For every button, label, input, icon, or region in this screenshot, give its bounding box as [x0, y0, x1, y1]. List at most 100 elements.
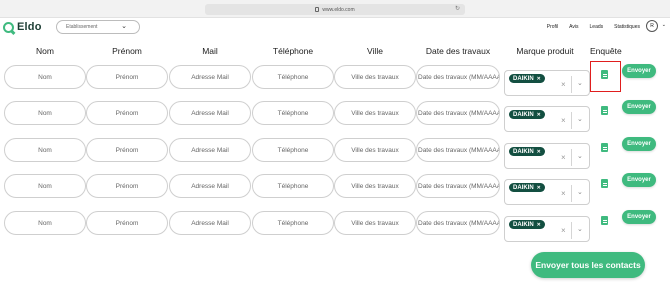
address-bar[interactable]: www.eldo.com ↻	[205, 4, 465, 15]
select-divider	[571, 149, 572, 166]
chevron-down-icon[interactable]: ⌄	[577, 153, 583, 161]
chevron-down-icon[interactable]: ⌄	[662, 23, 666, 28]
ville-input[interactable]: Ville des travaux	[334, 101, 416, 125]
logo-text: Eldo	[17, 21, 42, 33]
establishment-select[interactable]: Etablissement ⌄	[56, 20, 140, 34]
clear-icon[interactable]: ×	[561, 227, 566, 235]
brand-tag: DAIKIN ✕	[509, 147, 545, 156]
brand-tag: DAIKIN ✕	[509, 183, 545, 192]
remove-tag-icon[interactable]: ✕	[537, 222, 541, 228]
telephone-input[interactable]: Téléphone	[252, 211, 334, 235]
nav-statistiques[interactable]: Statistiques	[614, 24, 640, 30]
send-all-button[interactable]: Envoyer tous les contacts	[531, 252, 645, 278]
col-header-date: Date des travaux	[425, 46, 491, 56]
brand-tag-label: DAIKIN	[513, 148, 534, 155]
survey-document-icon[interactable]	[601, 143, 608, 152]
remove-tag-icon[interactable]: ✕	[537, 76, 541, 82]
brand-select[interactable]: DAIKIN ✕ × ⌄	[504, 216, 590, 242]
date-input[interactable]: Date des travaux (MM/AAAA)	[416, 65, 500, 89]
send-button[interactable]: Envoyer	[622, 210, 656, 224]
col-header-mail: Mail	[202, 46, 218, 56]
brand-select[interactable]: DAIKIN ✕ × ⌄	[504, 143, 590, 169]
clear-icon[interactable]: ×	[561, 154, 566, 162]
select-divider	[571, 185, 572, 202]
top-nav: Profil Avis Leads Statistiques	[536, 24, 640, 30]
highlight-box	[590, 61, 621, 92]
chevron-down-icon[interactable]: ⌄	[577, 189, 583, 197]
send-button[interactable]: Envoyer	[622, 137, 656, 151]
nav-profil[interactable]: Profil	[547, 24, 558, 30]
lock-icon	[315, 7, 320, 12]
chevron-down-icon[interactable]: ⌄	[577, 80, 583, 88]
remove-tag-icon[interactable]: ✕	[537, 112, 541, 118]
brand-select[interactable]: DAIKIN ✕ × ⌄	[504, 179, 590, 205]
survey-document-icon[interactable]	[601, 106, 608, 115]
prenom-input[interactable]: Prénom	[86, 138, 168, 162]
avatar[interactable]: R	[646, 20, 658, 32]
select-divider	[571, 112, 572, 129]
nom-input[interactable]: Nom	[4, 101, 86, 125]
mail-input[interactable]: Adresse Mail	[169, 101, 251, 125]
mail-input[interactable]: Adresse Mail	[169, 174, 251, 198]
send-button[interactable]: Envoyer	[622, 100, 656, 114]
ville-input[interactable]: Ville des travaux	[334, 65, 416, 89]
chevron-down-icon[interactable]: ⌄	[577, 116, 583, 124]
col-header-nom: Nom	[36, 46, 54, 56]
prenom-input[interactable]: Prénom	[86, 211, 168, 235]
brand-select[interactable]: DAIKIN ✕ × ⌄	[504, 106, 590, 132]
survey-document-icon[interactable]	[601, 216, 608, 225]
clear-icon[interactable]: ×	[561, 190, 566, 198]
send-button[interactable]: Envoyer	[622, 64, 656, 78]
ville-input[interactable]: Ville des travaux	[334, 174, 416, 198]
ville-input[interactable]: Ville des travaux	[334, 211, 416, 235]
survey-document-icon[interactable]	[601, 179, 608, 188]
brand-tag-label: DAIKIN	[513, 75, 534, 82]
prenom-input[interactable]: Prénom	[86, 174, 168, 198]
nom-input[interactable]: Nom	[4, 211, 86, 235]
brand-tag-label: DAIKIN	[513, 221, 534, 228]
clear-icon[interactable]: ×	[561, 117, 566, 125]
select-divider	[571, 222, 572, 239]
date-input[interactable]: Date des travaux (MM/AAAA)	[416, 138, 500, 162]
url-text: www.eldo.com	[322, 6, 355, 13]
nom-input[interactable]: Nom	[4, 65, 86, 89]
remove-tag-icon[interactable]: ✕	[537, 185, 541, 191]
brand-tag-label: DAIKIN	[513, 184, 534, 191]
nom-input[interactable]: Nom	[4, 138, 86, 162]
nom-input[interactable]: Nom	[4, 174, 86, 198]
logo[interactable]: Eldo	[3, 21, 42, 33]
date-input[interactable]: Date des travaux (MM/AAAA)	[416, 101, 500, 125]
telephone-input[interactable]: Téléphone	[252, 65, 334, 89]
remove-tag-icon[interactable]: ✕	[537, 149, 541, 155]
telephone-input[interactable]: Téléphone	[252, 101, 334, 125]
app-header: Eldo Etablissement ⌄ Profil Avis Leads S…	[0, 18, 670, 38]
send-button[interactable]: Envoyer	[622, 173, 656, 187]
nav-leads[interactable]: Leads	[590, 24, 604, 30]
select-divider	[571, 76, 572, 93]
brand-tag: DAIKIN ✕	[509, 110, 545, 119]
mail-input[interactable]: Adresse Mail	[169, 138, 251, 162]
col-header-enquete: Enquête	[590, 46, 622, 56]
date-input[interactable]: Date des travaux (MM/AAAA)	[416, 211, 500, 235]
brand-select[interactable]: DAIKIN ✕ × ⌄	[504, 70, 590, 96]
logo-icon	[3, 21, 14, 33]
col-header-prenom: Prénom	[112, 46, 142, 56]
chevron-down-icon[interactable]: ⌄	[577, 226, 583, 234]
ville-input[interactable]: Ville des travaux	[334, 138, 416, 162]
chevron-down-icon: ⌄	[121, 23, 127, 30]
mail-input[interactable]: Adresse Mail	[169, 65, 251, 89]
prenom-input[interactable]: Prénom	[86, 65, 168, 89]
col-header-marque: Marque produit	[516, 46, 574, 56]
telephone-input[interactable]: Téléphone	[252, 138, 334, 162]
browser-toolbar: www.eldo.com ↻	[0, 0, 670, 18]
brand-tag: DAIKIN ✕	[509, 220, 545, 229]
nav-avis[interactable]: Avis	[569, 24, 578, 30]
mail-input[interactable]: Adresse Mail	[169, 211, 251, 235]
date-input[interactable]: Date des travaux (MM/AAAA)	[416, 174, 500, 198]
prenom-input[interactable]: Prénom	[86, 101, 168, 125]
brand-tag: DAIKIN ✕	[509, 74, 545, 83]
telephone-input[interactable]: Téléphone	[252, 174, 334, 198]
reload-icon[interactable]: ↻	[455, 6, 460, 12]
clear-icon[interactable]: ×	[561, 81, 566, 89]
col-header-ville: Ville	[367, 46, 383, 56]
